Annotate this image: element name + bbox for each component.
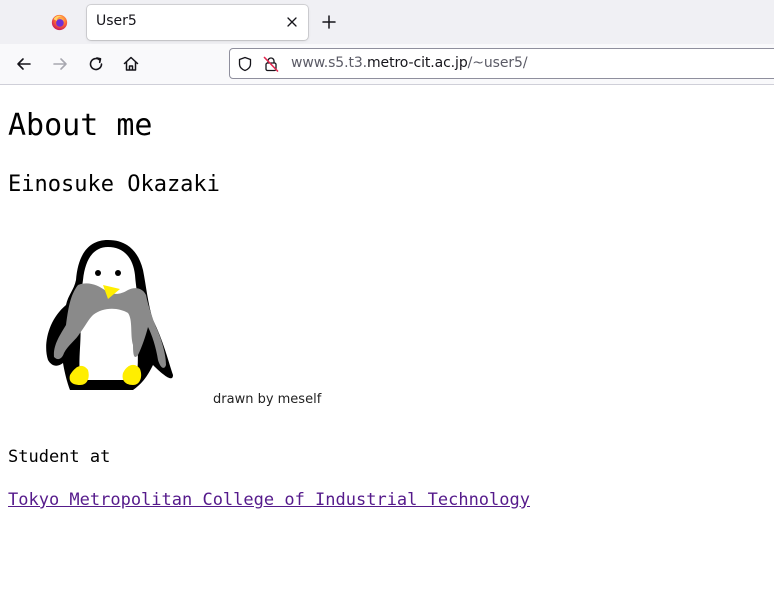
url-bar[interactable]: www.s5.t3.metro-cit.ac.jp/~user5/ xyxy=(229,48,774,79)
tab-active[interactable]: User5 xyxy=(87,5,308,40)
page-title: About me xyxy=(8,108,153,143)
tab-title: User5 xyxy=(96,13,137,29)
url-prefix: www.s5.t3. xyxy=(291,55,368,71)
student-label: Student at xyxy=(8,447,111,467)
back-arrow-icon[interactable] xyxy=(14,54,34,74)
school-link[interactable]: Tokyo Metropolitan College of Industrial… xyxy=(8,490,530,510)
tab-strip: User5 xyxy=(0,0,774,44)
image-caption: drawn by meself xyxy=(213,392,322,407)
navigation-toolbar: www.s5.t3.metro-cit.ac.jp/~user5/ xyxy=(0,44,774,85)
insecure-lock-icon[interactable] xyxy=(263,56,279,72)
plus-icon[interactable] xyxy=(320,13,338,31)
url-host: metro-cit.ac.jp xyxy=(367,55,468,71)
author-name: Einosuke Okazaki xyxy=(8,172,220,197)
shield-icon[interactable] xyxy=(237,56,253,72)
firefox-logo-icon[interactable] xyxy=(51,14,68,31)
penguin-drawing xyxy=(46,240,173,390)
home-icon[interactable] xyxy=(121,54,141,74)
forward-arrow-icon[interactable] xyxy=(50,54,70,74)
reload-icon[interactable] xyxy=(86,54,106,74)
url-path: /~user5/ xyxy=(467,55,528,71)
close-icon[interactable] xyxy=(286,16,298,28)
url-text[interactable]: www.s5.t3.metro-cit.ac.jp/~user5/ xyxy=(291,55,528,71)
